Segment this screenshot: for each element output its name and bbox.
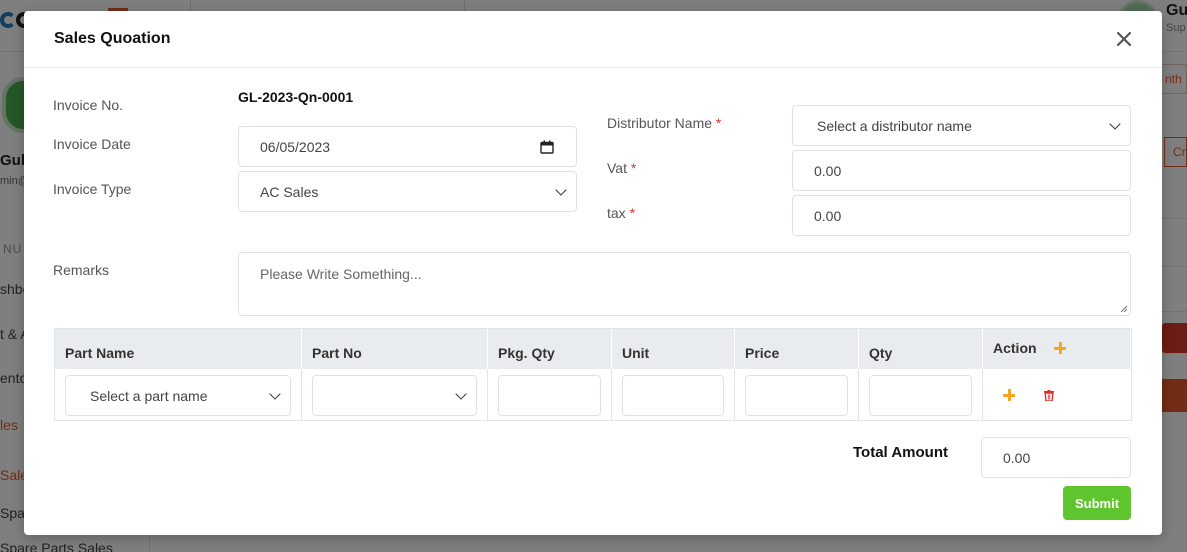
add-row-icon[interactable] — [1003, 389, 1015, 401]
resize-handle-icon[interactable] — [1120, 305, 1128, 313]
column-divider — [611, 369, 612, 420]
column-header-part-name: Part Name — [55, 329, 302, 369]
table-header: Part Name Part No Pkg. Qty Unit Price Qt… — [55, 329, 1131, 369]
distributor-name-label: Distributor Name * — [607, 115, 722, 131]
part-name-select[interactable]: Select a part name — [65, 375, 291, 416]
delete-icon[interactable] — [1044, 390, 1054, 401]
invoice-date-value: 06/05/2023 — [260, 138, 331, 155]
tax-label: tax * — [607, 205, 636, 221]
column-header-unit: Unit — [612, 329, 735, 369]
sales-quotation-modal: Sales Quoation Invoice No. GL-2023-Qn-00… — [24, 11, 1162, 535]
invoice-type-select[interactable]: AC Sales — [238, 171, 577, 212]
column-divider — [734, 369, 735, 420]
vat-input[interactable]: 0.00 — [792, 150, 1131, 191]
column-divider — [487, 369, 488, 420]
invoice-type-value: AC Sales — [260, 183, 319, 200]
distributor-placeholder: Select a distributor name — [817, 117, 972, 134]
calendar-icon[interactable] — [540, 140, 554, 154]
unit-input[interactable] — [622, 375, 724, 416]
total-amount-input[interactable]: 0.00 — [981, 437, 1131, 478]
qty-input[interactable] — [869, 375, 972, 416]
invoice-no-label: Invoice No. — [53, 97, 124, 113]
invoice-date-label: Invoice Date — [53, 136, 131, 152]
tax-value: 0.00 — [814, 207, 842, 224]
price-input[interactable] — [745, 375, 848, 416]
submit-button[interactable]: Submit — [1063, 486, 1131, 520]
invoice-no-value: GL-2023-Qn-0001 — [238, 89, 354, 105]
vat-value: 0.00 — [814, 162, 842, 179]
remarks-placeholder: Please Write Something... — [260, 266, 422, 282]
invoice-date-input[interactable]: 06/05/2023 — [238, 126, 577, 167]
chevron-down-icon — [555, 183, 567, 196]
column-header-part-no: Part No — [302, 329, 488, 369]
chevron-down-icon — [1109, 117, 1121, 130]
chevron-down-icon — [269, 387, 281, 400]
modal-header: Sales Quoation — [24, 11, 1162, 68]
column-header-pkg-qty: Pkg. Qty — [488, 329, 612, 369]
column-header-price: Price — [735, 329, 859, 369]
total-amount-value: 0.00 — [1003, 449, 1031, 466]
tax-input[interactable]: 0.00 — [792, 195, 1131, 236]
chevron-down-icon — [455, 387, 467, 400]
vat-label: Vat * — [607, 160, 637, 176]
parts-table: Part Name Part No Pkg. Qty Unit Price Qt… — [54, 328, 1132, 421]
part-name-placeholder: Select a part name — [90, 387, 208, 404]
part-no-select[interactable] — [312, 375, 477, 416]
remarks-textarea[interactable]: Please Write Something... — [238, 252, 1131, 316]
column-divider — [301, 369, 302, 420]
add-row-icon[interactable] — [1054, 342, 1066, 354]
invoice-type-label: Invoice Type — [53, 181, 132, 197]
total-amount-label: Total Amount — [853, 444, 948, 461]
pkg-qty-input[interactable] — [498, 375, 601, 416]
column-header-qty: Qty — [859, 329, 983, 369]
modal-title: Sales Quoation — [54, 30, 171, 47]
column-divider — [858, 369, 859, 420]
remarks-label: Remarks — [53, 262, 110, 278]
close-icon[interactable] — [1113, 28, 1135, 50]
column-divider — [982, 369, 983, 420]
distributor-select[interactable]: Select a distributor name — [792, 105, 1131, 146]
